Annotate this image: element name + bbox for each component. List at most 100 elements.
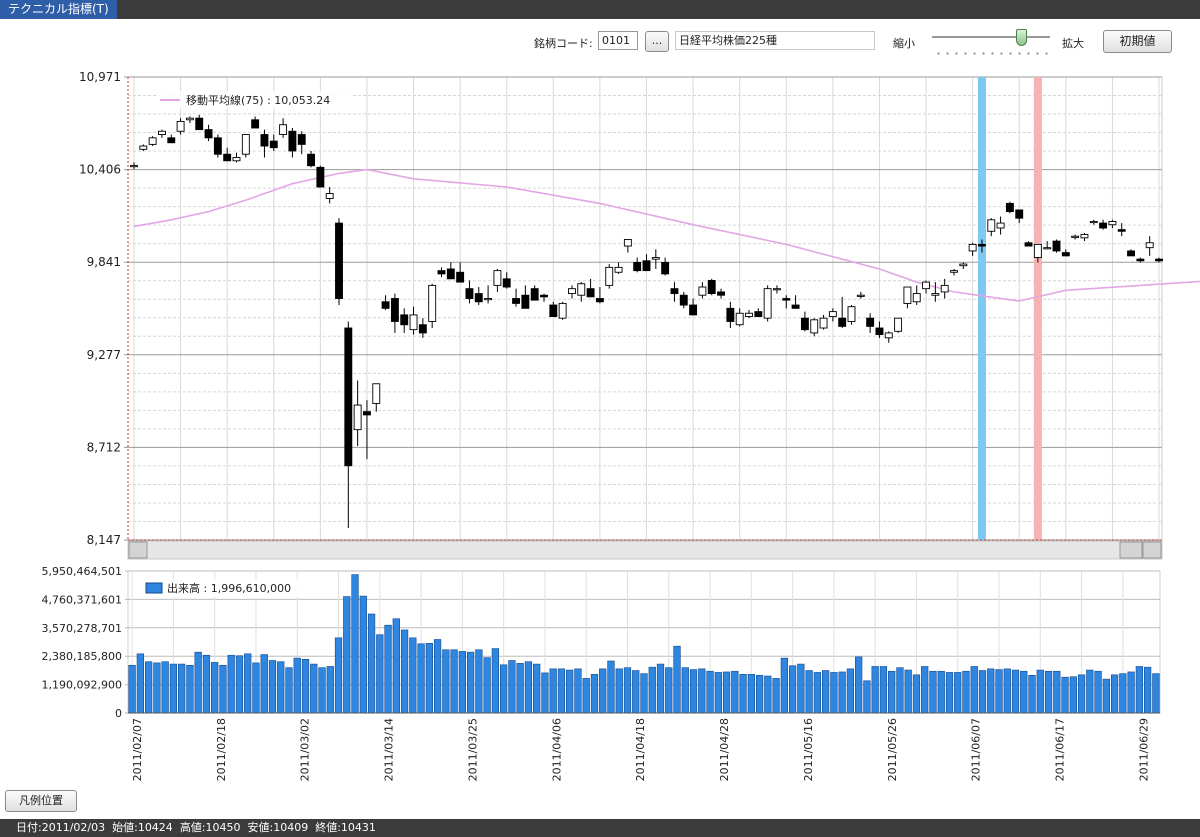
volume-bar bbox=[128, 664, 136, 714]
volume-bar bbox=[995, 669, 1003, 714]
candle-down bbox=[456, 271, 465, 283]
candle-down bbox=[661, 261, 670, 275]
candle-down bbox=[707, 280, 716, 295]
volume-bar bbox=[169, 663, 178, 714]
candle-down bbox=[1127, 250, 1135, 257]
candle-up bbox=[828, 311, 837, 317]
volume-bar bbox=[442, 649, 450, 714]
candle-down bbox=[717, 291, 725, 296]
candle-down bbox=[1155, 258, 1163, 262]
volume-bar bbox=[1143, 666, 1152, 714]
candle-down bbox=[754, 311, 763, 317]
volume-bar bbox=[1053, 670, 1061, 714]
candle-up bbox=[903, 286, 912, 304]
volume-y-tick-label: 4,760,371,601 bbox=[42, 593, 122, 606]
volume-bar bbox=[665, 667, 673, 714]
candle-up bbox=[922, 281, 930, 290]
volume-bar bbox=[1119, 673, 1127, 714]
candle-down bbox=[595, 298, 604, 303]
volume-bar bbox=[896, 667, 904, 714]
candle-up bbox=[139, 145, 148, 150]
candle-down bbox=[978, 243, 986, 247]
status-open: 始値:10424 bbox=[112, 821, 173, 834]
candle-down bbox=[540, 294, 548, 298]
candle-up bbox=[428, 284, 437, 322]
volume-bar bbox=[326, 666, 334, 714]
scrollbar-right-thumb[interactable] bbox=[1119, 541, 1143, 559]
volume-bar bbox=[1036, 669, 1044, 714]
volume-bar bbox=[409, 637, 417, 714]
volume-bar bbox=[648, 666, 656, 714]
volume-bar bbox=[178, 663, 186, 714]
candle-up bbox=[1108, 220, 1117, 226]
scrollbar-end-button[interactable] bbox=[1142, 541, 1162, 559]
candle-up bbox=[773, 288, 781, 291]
candle-down bbox=[465, 288, 474, 299]
price-y-tick-label: 9,841 bbox=[87, 255, 121, 269]
volume-bar bbox=[1077, 674, 1086, 714]
volume-bar bbox=[607, 660, 615, 714]
candle-up bbox=[735, 312, 744, 326]
candle-down bbox=[875, 327, 884, 336]
candle-up bbox=[745, 312, 753, 317]
candle-up bbox=[605, 266, 614, 286]
volume-bar bbox=[202, 654, 211, 714]
volume-bar bbox=[764, 675, 772, 714]
date-x-tick-label: 2011/05/16 bbox=[802, 718, 815, 781]
volume-bar bbox=[1094, 670, 1102, 714]
volume-y-tick-label: 5,950,464,501 bbox=[42, 565, 122, 578]
volume-bar bbox=[392, 618, 400, 714]
volume-bar bbox=[1020, 670, 1028, 714]
candle-down bbox=[838, 317, 847, 327]
volume-bar bbox=[574, 668, 582, 714]
date-x-tick-label: 2011/03/25 bbox=[466, 718, 479, 781]
volume-bar bbox=[367, 613, 376, 714]
candle-down bbox=[633, 261, 642, 272]
volume-bar bbox=[714, 672, 722, 714]
candle-down bbox=[390, 298, 399, 322]
volume-bar bbox=[458, 651, 466, 714]
candle-up bbox=[950, 270, 958, 273]
candle-down bbox=[1005, 202, 1014, 213]
candle-down bbox=[1061, 252, 1070, 257]
date-x-tick-label: 2011/02/18 bbox=[215, 718, 228, 781]
volume-bar bbox=[524, 661, 533, 714]
candle-down bbox=[344, 327, 353, 467]
scrollbar-left-thumb[interactable] bbox=[128, 541, 148, 559]
volume-bar bbox=[508, 660, 516, 714]
date-x-tick-label: 2011/02/07 bbox=[131, 718, 144, 781]
candle-up bbox=[856, 294, 865, 297]
candle-down bbox=[307, 153, 315, 167]
volume-bar bbox=[582, 678, 590, 714]
volume-bar bbox=[731, 670, 739, 714]
candle-down bbox=[446, 268, 455, 280]
candle-up bbox=[1033, 243, 1042, 258]
candle-down bbox=[195, 117, 204, 131]
candle-down bbox=[512, 298, 520, 304]
candle-down bbox=[437, 270, 446, 275]
candle-down bbox=[521, 294, 530, 309]
volume-bar bbox=[516, 663, 524, 714]
candle-down bbox=[726, 307, 735, 322]
volume-bar bbox=[1102, 678, 1110, 714]
status-high: 高値:10450 bbox=[179, 821, 241, 834]
volume-bar bbox=[491, 648, 500, 714]
volume-bar bbox=[359, 595, 367, 714]
volume-bar bbox=[681, 667, 689, 714]
volume-bar bbox=[252, 662, 260, 714]
legend-position-button[interactable]: 凡例位置 bbox=[5, 790, 77, 812]
price-y-tick-label: 10,971 bbox=[79, 70, 121, 84]
volume-bar bbox=[1061, 676, 1069, 714]
candle-up bbox=[968, 243, 977, 252]
volume-bar bbox=[1086, 669, 1094, 714]
status-low: 安値:10409 bbox=[247, 821, 309, 834]
price-y-tick-label: 8,712 bbox=[87, 440, 121, 454]
volume-legend-label: 出来高 : 1,996,610,000 bbox=[167, 581, 291, 595]
candle-up bbox=[623, 239, 632, 247]
status-bar: 日付:2011/02/03 始値:10424 高値:10450 安値:10409… bbox=[0, 819, 1200, 837]
candle-up bbox=[987, 219, 996, 232]
candle-up bbox=[372, 383, 381, 404]
candle-down bbox=[502, 278, 511, 288]
volume-bar bbox=[855, 656, 863, 714]
volume-bar bbox=[425, 643, 433, 714]
